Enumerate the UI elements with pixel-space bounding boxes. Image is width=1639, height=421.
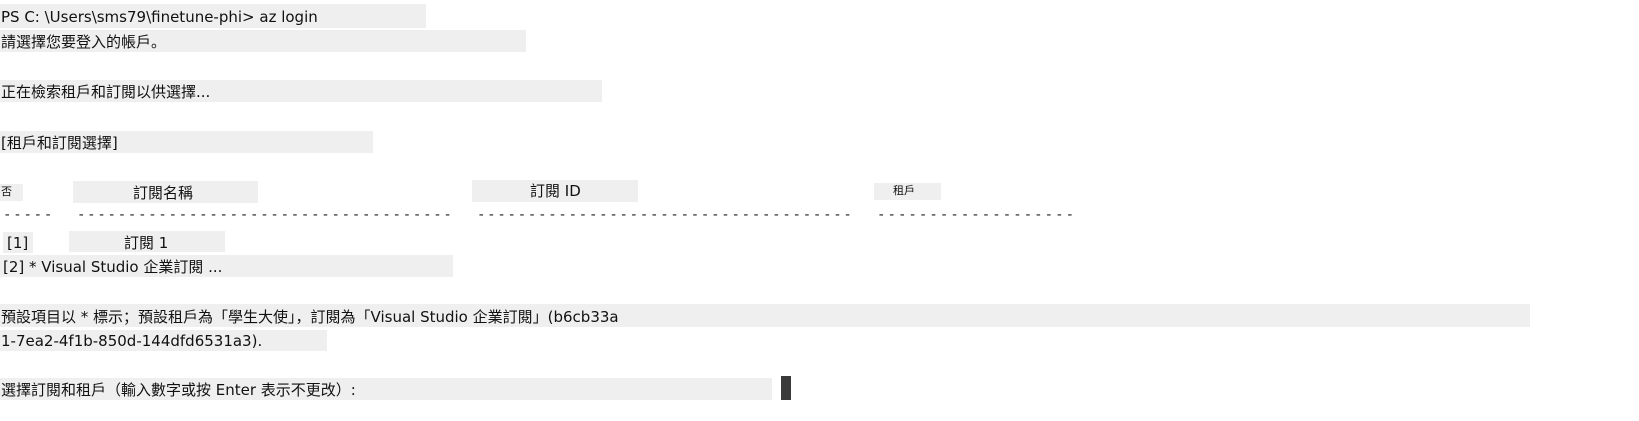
- separator-no: -----: [3, 207, 55, 223]
- separator-tenant: -------------------: [877, 207, 1077, 223]
- separator-subscription-name: -------------------------------------: [77, 207, 454, 223]
- default-info-line-continued: 1-7ea2-4f1b-850d-144dfd6531a3).: [1, 332, 263, 350]
- retrieving-message: 正在檢索租戶和訂閱以供選擇...: [1, 83, 211, 101]
- selection-prompt: 選擇訂閱和租戶（輸入數字或按 Enter 表示不更改）:: [1, 381, 356, 399]
- text-cursor[interactable]: [781, 376, 791, 400]
- section-header: [租戶和訂閱選擇]: [1, 134, 118, 152]
- column-header-subscription-name: 訂閱名稱: [133, 184, 194, 202]
- prompt-line: PS C: \Users\sms79\finetune-phi> az logi…: [1, 8, 318, 26]
- column-header-tenant: 租戶: [893, 184, 915, 197]
- row-index: [1]: [7, 234, 29, 252]
- row-line: [2] * Visual Studio 企業訂閱 ...: [3, 258, 223, 276]
- column-header-no: 否: [1, 185, 12, 198]
- separator-subscription-id: -------------------------------------: [477, 207, 854, 223]
- row-subscription-name: 訂閱 1: [124, 234, 169, 252]
- select-account-message: 請選擇您要登入的帳戶。: [1, 33, 167, 51]
- default-info-line: 預設項目以 * 標示；預設租戶為「學生大使」，訂閱為「Visual Studio…: [1, 308, 619, 326]
- column-header-subscription-id: 訂閱 ID: [530, 182, 581, 200]
